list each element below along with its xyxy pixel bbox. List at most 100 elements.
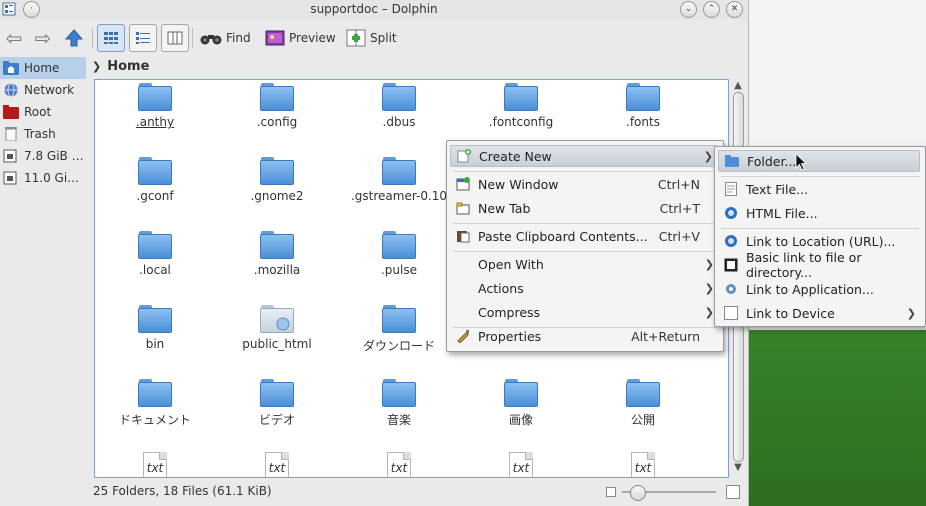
preview-icon xyxy=(265,30,285,46)
file-label: ダウンロード xyxy=(362,339,435,353)
sidebar-item-trash[interactable]: Trash xyxy=(0,123,86,145)
breadcrumb[interactable]: ❯ Home xyxy=(92,56,149,76)
folder-item[interactable]: .gconf xyxy=(96,157,214,203)
folder-item[interactable]: 公開 xyxy=(584,379,702,428)
file-label: .pulse xyxy=(380,263,417,277)
folder-item[interactable]: .gstreamer-0.10 xyxy=(340,157,458,203)
folder-item[interactable]: ダウンロード xyxy=(340,305,458,354)
folder-item[interactable]: bin xyxy=(96,305,214,351)
menu-item-text-file[interactable]: Text File... xyxy=(718,178,920,200)
folder-item[interactable]: .local xyxy=(96,231,214,277)
menu-item-label: Link to Device xyxy=(746,305,835,321)
submenu-arrow-icon: ❯ xyxy=(704,305,714,319)
folder-item[interactable]: public_html xyxy=(218,305,336,351)
menu-item-new-folder[interactable]: Folder... xyxy=(718,150,920,172)
file-label: .dbus xyxy=(382,115,416,129)
folder-item[interactable]: .gnome2 xyxy=(218,157,336,203)
split-icon xyxy=(346,29,366,47)
text-file-item[interactable]: txt xyxy=(462,452,580,477)
folder-item[interactable]: .fontconfig xyxy=(462,83,580,129)
menu-item-paste[interactable]: Paste Clipboard Contents... Ctrl+V xyxy=(450,225,718,247)
up-button[interactable] xyxy=(61,24,87,52)
menu-item-link-application[interactable]: Link to Application... xyxy=(718,278,920,300)
details-view-button[interactable] xyxy=(129,24,157,52)
menu-item-create-new[interactable]: Create New ❯ xyxy=(450,145,718,167)
sidebar-item-label: Trash xyxy=(24,127,56,141)
folder-icon xyxy=(260,83,294,111)
menu-item-label: Link to Application... xyxy=(746,281,874,297)
menu-item-open-with[interactable]: Open With ❯ xyxy=(450,253,718,275)
scroll-down-icon[interactable]: ▼ xyxy=(731,462,745,474)
chevron-right-icon: ❯ xyxy=(92,59,102,73)
zoom-slider[interactable] xyxy=(606,485,740,501)
zoom-out-icon[interactable] xyxy=(606,487,616,497)
text-file-item[interactable]: txt xyxy=(584,452,702,477)
home-folder-icon xyxy=(3,61,19,75)
title-bar[interactable]: · supportdoc – Dolphin ⌄ ⌃ ✕ xyxy=(0,0,748,20)
submenu-arrow-icon: ❯ xyxy=(704,257,714,271)
menu-item-actions[interactable]: Actions ❯ xyxy=(450,277,718,299)
folder-item[interactable]: .mozilla xyxy=(218,231,336,277)
sidebar-item-home[interactable]: Home xyxy=(0,57,86,79)
zoom-in-icon[interactable] xyxy=(726,485,740,499)
drive-icon xyxy=(3,149,17,163)
menu-item-basic-link[interactable]: Basic link to file or directory... xyxy=(718,250,920,280)
file-label: ドキュメント xyxy=(118,413,191,427)
menu-item-properties[interactable]: Properties Alt+Return xyxy=(450,325,718,347)
text-file-icon xyxy=(724,182,738,196)
find-button[interactable]: Find xyxy=(200,24,251,52)
text-file-item[interactable]: txt xyxy=(340,452,458,477)
text-file-icon: txt xyxy=(631,452,655,477)
folder-item[interactable]: .dbus xyxy=(340,83,458,129)
folder-item[interactable]: .config xyxy=(218,83,336,129)
sidebar-item-root[interactable]: Root xyxy=(0,101,86,123)
scroll-up-icon[interactable]: ▲ xyxy=(731,80,745,92)
columns-view-icon xyxy=(167,31,183,45)
folder-item[interactable]: ドキュメント xyxy=(96,379,214,428)
text-file-item[interactable]: txt xyxy=(96,452,214,477)
columns-view-button[interactable] xyxy=(161,24,189,52)
folder-item[interactable]: .anthy xyxy=(96,83,214,129)
file-label: ビデオ xyxy=(258,413,295,427)
split-label: Split xyxy=(370,31,397,45)
back-button[interactable]: ⇦ xyxy=(1,24,27,52)
folder-item[interactable]: ビデオ xyxy=(218,379,336,428)
close-button[interactable]: ✕ xyxy=(726,1,743,18)
menu-item-link-device[interactable]: Link to Device ❯ xyxy=(718,302,920,324)
zoom-handle[interactable] xyxy=(630,485,646,501)
text-file-item[interactable]: txt xyxy=(218,452,336,477)
menu-item-label: New Window xyxy=(478,176,559,192)
menu-item-html-file[interactable]: HTML File... xyxy=(718,202,920,224)
menu-item-label: Folder... xyxy=(747,153,797,169)
sidebar-item-drive-2[interactable]: 11.0 Gi… xyxy=(0,167,86,189)
create-new-submenu: Folder... Text File... HTML File... Link… xyxy=(714,146,926,327)
folder-item[interactable]: .fonts xyxy=(584,83,702,129)
icons-view-button[interactable] xyxy=(97,24,125,52)
status-text: 25 Folders, 18 Files (61.1 KiB) xyxy=(93,484,272,498)
breadcrumb-home[interactable]: Home xyxy=(107,59,149,74)
context-menu: Create New ❯ New Window Ctrl+N New Tab C… xyxy=(446,140,724,352)
sidebar-item-drive-1[interactable]: 7.8 GiB … xyxy=(0,145,86,167)
menu-item-new-window[interactable]: New Window Ctrl+N xyxy=(450,173,718,195)
properties-icon xyxy=(456,329,470,343)
menu-item-label: Open With xyxy=(478,256,544,272)
submenu-arrow-icon: ❯ xyxy=(906,306,916,320)
file-label: bin xyxy=(145,337,165,351)
file-label: 音楽 xyxy=(386,413,411,427)
forward-button[interactable]: ⇨ xyxy=(30,24,56,52)
minimize-button[interactable]: ⌄ xyxy=(680,1,697,18)
folder-item[interactable]: .pulse xyxy=(340,231,458,277)
preview-button[interactable]: Preview xyxy=(265,24,336,52)
maximize-button[interactable]: ⌃ xyxy=(703,1,720,18)
folder-icon xyxy=(260,231,294,259)
split-button[interactable]: Split xyxy=(346,24,397,52)
folder-item[interactable]: 画像 xyxy=(462,379,580,428)
menu-item-link-url[interactable]: Link to Location (URL)... xyxy=(718,230,920,252)
menu-item-label: New Tab xyxy=(478,200,531,216)
menu-item-compress[interactable]: Compress ❯ xyxy=(450,301,718,323)
menu-item-new-tab[interactable]: New Tab Ctrl+T xyxy=(450,197,718,219)
folder-icon xyxy=(138,231,172,259)
sidebar-item-network[interactable]: Network xyxy=(0,79,86,101)
folder-item[interactable]: 音楽 xyxy=(340,379,458,428)
file-label: .gnome2 xyxy=(250,189,304,203)
